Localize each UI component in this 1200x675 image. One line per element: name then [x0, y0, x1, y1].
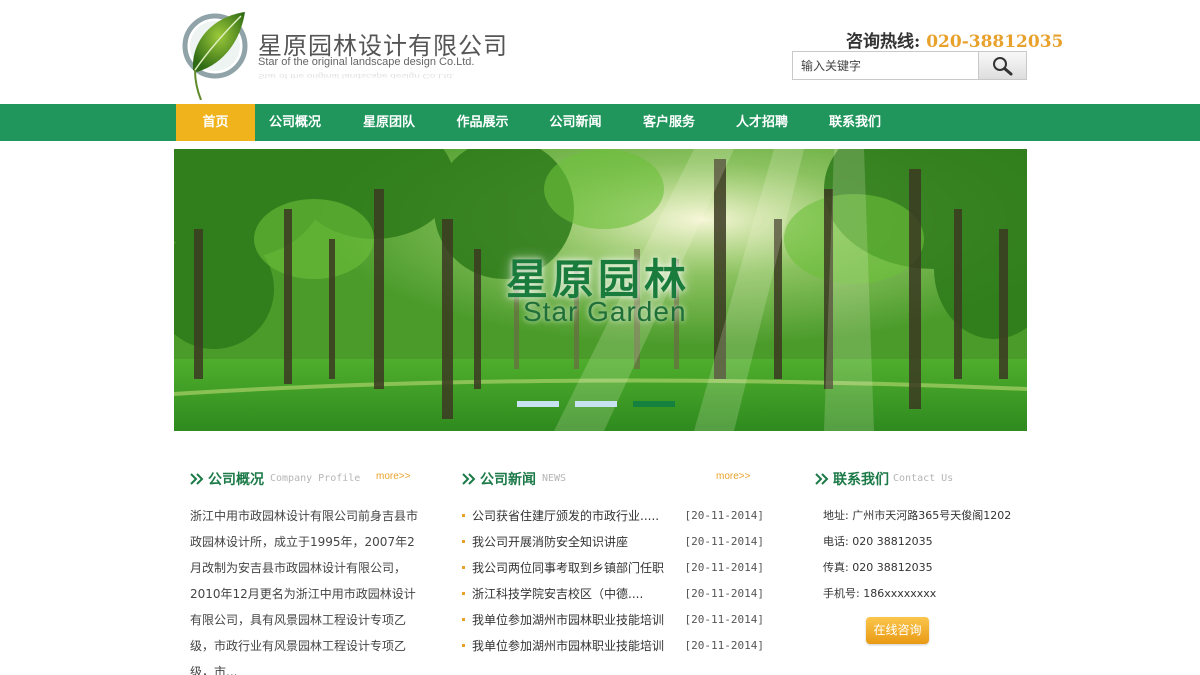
- banner-dot-3[interactable]: [633, 401, 675, 407]
- company-name-en: Star of the original landscape design Co…: [258, 56, 475, 68]
- nav-item-careers[interactable]: 人才招聘: [716, 104, 808, 141]
- profile-section-header: 公司概况 Company Profile more>>: [190, 469, 422, 489]
- news-item-date: [20-11-2014]: [684, 535, 764, 548]
- search-input[interactable]: [793, 52, 979, 79]
- news-item-title[interactable]: 我单位参加湖州市园林职业技能培训: [472, 607, 664, 633]
- news-item[interactable]: 我单位参加湖州市园林职业技能培训 [20-11-2014]: [462, 607, 768, 633]
- hotline-label: 咨询热线:: [846, 32, 921, 52]
- news-item[interactable]: 浙江科技学院安吉校区（中德.... [20-11-2014]: [462, 581, 768, 607]
- news-item-date: [20-11-2014]: [684, 587, 764, 600]
- news-item-title[interactable]: 我单位参加湖州市园林职业技能培训: [472, 633, 664, 659]
- search-button[interactable]: [978, 52, 1026, 79]
- banner-slideshow[interactable]: 星原园林 Star Garden: [174, 149, 1027, 431]
- news-list: 公司获省住建厅颁发的市政行业..... [20-11-2014] 我公司开展消防…: [462, 503, 768, 659]
- profile-title: 公司概况: [208, 472, 264, 488]
- contact-address: 地址: 广州市天河路365号天俊阁1202: [823, 509, 1012, 522]
- news-title: 公司新闻: [480, 472, 536, 488]
- hotline-number: 020-38812035: [926, 32, 1064, 52]
- online-consult-button[interactable]: 在线咨询: [866, 617, 929, 644]
- hotline: 咨询热线: 020-38812035: [846, 27, 1063, 52]
- double-arrow-icon: [462, 473, 476, 485]
- news-item-date: [20-11-2014]: [684, 613, 764, 626]
- main-nav: 首页 公司概况 星原团队 作品展示 公司新闻 客户服务 人才招聘 联系我们: [0, 104, 1200, 141]
- profile-text: 浙江中用市政园林设计有限公司前身吉县市政园林设计所，成立于1995年，2007年…: [190, 509, 419, 675]
- news-item[interactable]: 我公司开展消防安全知识讲座 [20-11-2014]: [462, 529, 768, 555]
- contact-fax: 传真: 020 38812035: [823, 561, 933, 574]
- nav-item-works[interactable]: 作品展示: [437, 104, 528, 141]
- contact-section-header: 联系我们 Contact Us: [815, 469, 1027, 489]
- news-subtitle: NEWS: [542, 473, 567, 484]
- nav-item-customer-service[interactable]: 客户服务: [623, 104, 715, 141]
- contact-title: 联系我们: [833, 472, 889, 488]
- search-icon: [993, 57, 1013, 76]
- news-item[interactable]: 我公司两位同事考取到乡镇部门任职 [20-11-2014]: [462, 555, 768, 581]
- news-section-header: 公司新闻 NEWS more>>: [462, 469, 768, 489]
- banner-dot-2[interactable]: [575, 401, 617, 407]
- nav-item-team[interactable]: 星原团队: [343, 104, 435, 141]
- bullet-icon: [462, 566, 465, 569]
- bullet-icon: [462, 618, 465, 621]
- news-item-date: [20-11-2014]: [684, 561, 764, 574]
- news-item[interactable]: 公司获省住建厅颁发的市政行业..... [20-11-2014]: [462, 503, 768, 529]
- double-arrow-icon: [190, 473, 204, 485]
- profile-more-link[interactable]: more>>: [376, 471, 410, 482]
- news-more-link[interactable]: more>>: [716, 471, 750, 482]
- nav-item-company-profile[interactable]: 公司概况: [255, 104, 335, 141]
- news-item-title[interactable]: 公司获省住建厅颁发的市政行业.....: [472, 503, 659, 529]
- news-item-date: [20-11-2014]: [684, 509, 764, 522]
- company-name-en-reflection: Star of the original landscape design Co…: [258, 72, 455, 79]
- nav-item-news[interactable]: 公司新闻: [530, 104, 621, 141]
- news-item[interactable]: 我单位参加湖州市园林职业技能培训 [20-11-2014]: [462, 633, 768, 659]
- news-item-date: [20-11-2014]: [684, 639, 764, 652]
- banner-dot-1[interactable]: [517, 401, 559, 407]
- contact-subtitle: Contact Us: [893, 473, 954, 484]
- news-item-title[interactable]: 我公司开展消防安全知识讲座: [472, 529, 628, 555]
- news-item-title[interactable]: 浙江科技学院安吉校区（中德....: [472, 581, 643, 607]
- contact-phone: 电话: 020 38812035: [823, 535, 933, 548]
- news-item-title[interactable]: 我公司两位同事考取到乡镇部门任职: [472, 555, 664, 581]
- bullet-icon: [462, 644, 465, 647]
- nav-item-contact[interactable]: 联系我们: [809, 104, 901, 141]
- contact-info: 地址: 广州市天河路365号天俊阁1202 电话: 020 38812035 传…: [823, 503, 1027, 607]
- double-arrow-icon: [815, 473, 829, 485]
- search-box: [792, 51, 1027, 80]
- contact-mobile: 手机号: 186xxxxxxxx: [823, 587, 937, 600]
- banner-title-en: Star Garden: [523, 296, 687, 327]
- bullet-icon: [462, 540, 465, 543]
- bullet-icon: [462, 514, 465, 517]
- leaf-logo-icon[interactable]: [181, 8, 251, 100]
- profile-subtitle: Company Profile: [270, 473, 361, 484]
- site-header: 星原园林设计有限公司 Star of the original landscap…: [0, 0, 1200, 104]
- nav-item-home[interactable]: 首页: [176, 104, 255, 141]
- bullet-icon: [462, 592, 465, 595]
